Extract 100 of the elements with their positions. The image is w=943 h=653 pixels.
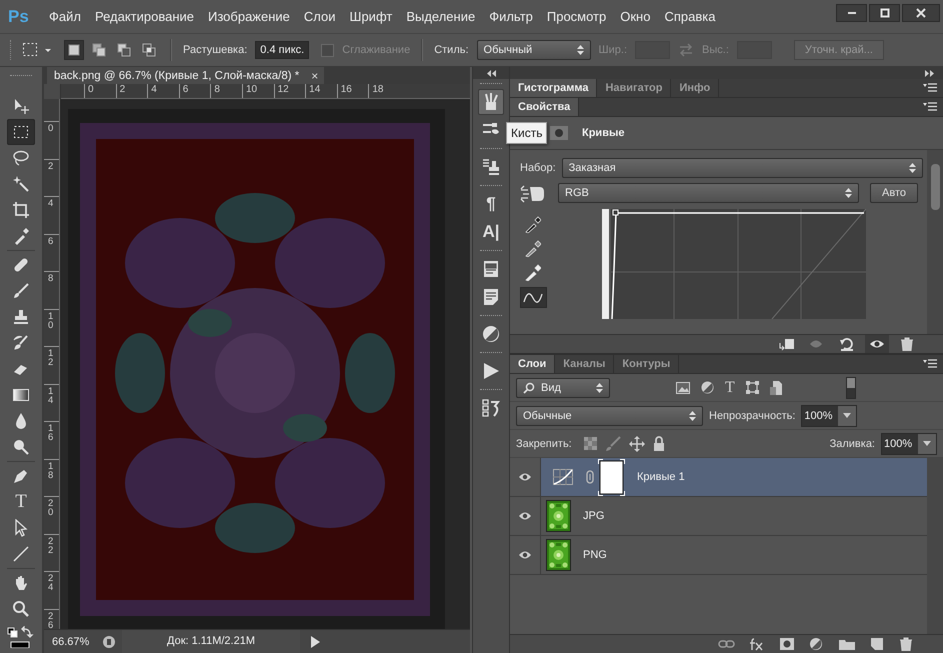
paragraph-icon: ¶ — [486, 194, 496, 214]
lock-icon[interactable] — [652, 436, 665, 451]
pen-icon — [12, 467, 30, 485]
selection-mode-button[interactable] — [64, 40, 84, 60]
panel-tab[interactable]: Контуры — [614, 355, 680, 373]
dropdown-arrow-icon[interactable] — [923, 441, 931, 446]
paragraph-styles-icon — [481, 259, 501, 279]
chain-link-icon[interactable] — [586, 470, 594, 484]
type-filter-icon[interactable]: T — [725, 380, 735, 394]
menu-item[interactable]: Выделение — [406, 9, 476, 24]
ruler-label: 0 — [48, 122, 54, 133]
layer-name: PNG — [583, 549, 607, 561]
menu-item[interactable]: Фильтр — [489, 9, 533, 24]
folder-icon — [838, 637, 856, 651]
menu-item[interactable]: Редактирование — [94, 9, 194, 24]
style-select[interactable]: Обычный — [476, 40, 591, 60]
curves-graph[interactable] — [602, 209, 866, 319]
feather-field[interactable]: 0.4 пикс. — [255, 41, 310, 59]
auto-button[interactable]: Авто — [870, 183, 918, 203]
eye-icon[interactable] — [518, 511, 532, 521]
channel-select[interactable]: RGB — [558, 183, 859, 203]
lock-transparency-icon[interactable] — [584, 437, 597, 450]
panel-tab[interactable]: Слои — [510, 355, 556, 373]
play-icon[interactable] — [310, 636, 320, 648]
eyedropper-icon[interactable] — [525, 215, 541, 233]
maximize-button[interactable] — [869, 4, 900, 22]
adjustment-filter-icon[interactable] — [701, 381, 714, 394]
document-info-icon[interactable] — [102, 634, 116, 648]
dropdown-arrows-icon — [576, 45, 584, 55]
menu-item[interactable]: Изображение — [208, 9, 290, 24]
ruler-label: 24 — [48, 572, 54, 592]
smart-object-filter-icon[interactable] — [770, 380, 782, 394]
visibility-button[interactable] — [865, 335, 889, 353]
zoom-level: 66.67% — [51, 636, 90, 648]
image-filter-icon[interactable] — [676, 382, 690, 394]
layer-mask-thumbnail[interactable] — [598, 458, 625, 496]
hand-adjust-icon[interactable] — [520, 183, 546, 203]
zoom-icon — [12, 600, 30, 618]
layer-row[interactable]: Кривые 1 — [510, 458, 927, 497]
clone-source-icon — [481, 157, 501, 177]
tool-button[interactable] — [7, 119, 35, 145]
ruler-label: 4 — [48, 197, 54, 208]
panel-tab[interactable]: Навигатор — [597, 79, 672, 97]
expand-icon[interactable] — [925, 70, 935, 76]
collapse-icon[interactable] — [486, 70, 496, 76]
tool-button[interactable]: T — [7, 489, 35, 515]
menu-item[interactable]: Шрифт — [350, 9, 392, 24]
minimize-icon — [848, 12, 856, 14]
layer-row[interactable]: JPG — [510, 497, 927, 536]
ruler-label: 8 — [210, 84, 242, 98]
preset-select[interactable]: Заказная — [562, 158, 923, 178]
layer-mask-icon[interactable] — [550, 126, 568, 140]
blend-mode-select[interactable]: Обычные — [516, 406, 703, 426]
layer-name: JPG — [583, 510, 604, 522]
menu-item[interactable]: Окно — [620, 9, 650, 24]
eye-icon[interactable] — [518, 472, 532, 482]
shape-filter-icon[interactable] — [746, 381, 759, 394]
dropdown-arrow-icon[interactable] — [843, 413, 852, 418]
panel-tab[interactable]: Каналы — [555, 355, 614, 373]
menu-item[interactable]: Слои — [304, 9, 336, 24]
close-icon — [916, 8, 926, 18]
maximize-icon — [880, 8, 890, 18]
minimize-button[interactable] — [836, 4, 867, 22]
dock-button[interactable]: A| — [478, 219, 504, 245]
ruler-label: 10 — [242, 84, 274, 98]
menu-item[interactable]: Просмотр — [546, 9, 606, 24]
dropdown-arrows-icon — [845, 188, 852, 198]
eyedropper-icon[interactable] — [525, 263, 541, 281]
dock-button[interactable]: ¶ — [478, 191, 504, 217]
clip-icon — [779, 337, 795, 351]
brush-icon — [12, 282, 30, 300]
document-tab[interactable]: back.png @ 66.7% (Кривые 1, Слой-маска/8) * × — [47, 67, 324, 84]
marquee-preset-icon[interactable] — [22, 42, 52, 58]
adjustments-icon — [481, 324, 501, 344]
panel-menu-icon[interactable] — [923, 359, 937, 368]
dock-button[interactable] — [478, 89, 504, 115]
layer-filter-select[interactable]: Вид — [516, 378, 610, 398]
reset-icon — [839, 337, 855, 351]
close-button[interactable] — [902, 4, 940, 22]
eye-icon[interactable] — [518, 550, 532, 560]
panel-menu-icon[interactable] — [923, 102, 937, 111]
new-layer-icon — [868, 637, 886, 651]
curve-edit-button[interactable] — [520, 287, 546, 308]
scrollbar-thumb[interactable] — [930, 164, 940, 210]
layer-row[interactable]: PNG — [510, 536, 927, 575]
fill-field[interactable]: 100% — [881, 432, 937, 454]
menu-item[interactable]: Файл — [49, 9, 81, 24]
opacity-field[interactable]: 100% — [801, 404, 858, 426]
panel-tab[interactable]: Инфо — [671, 79, 720, 97]
ruler-label: 2 — [116, 84, 148, 98]
filter-toggle[interactable] — [846, 376, 856, 398]
ruler-label: 14 — [48, 384, 54, 404]
panel-tab[interactable]: Свойства — [510, 98, 580, 116]
eyedropper-icon[interactable] — [525, 239, 541, 257]
panel-menu-icon[interactable] — [923, 83, 937, 92]
dropdown-arrows-icon — [596, 382, 603, 392]
lock-position-icon[interactable] — [628, 436, 645, 452]
menu-item[interactable]: Справка — [664, 9, 716, 24]
panel-tab[interactable]: Гистограмма — [510, 79, 598, 97]
ruler-label: 22 — [48, 534, 54, 554]
